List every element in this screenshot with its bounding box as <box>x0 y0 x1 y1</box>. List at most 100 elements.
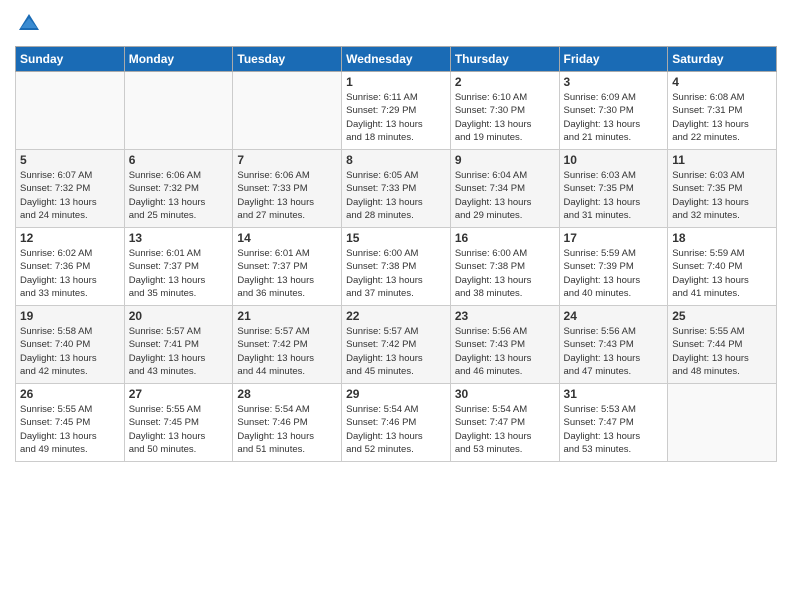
calendar-cell: 13 Sunrise: 6:01 AM Sunset: 7:37 PM Dayli… <box>124 228 233 306</box>
calendar-cell: 1 Sunrise: 6:11 AM Sunset: 7:29 PM Daylig… <box>342 72 451 150</box>
calendar-week-row: 5 Sunrise: 6:07 AM Sunset: 7:32 PM Daylig… <box>16 150 777 228</box>
day-number: 4 <box>672 75 772 89</box>
day-info: Sunrise: 5:56 AM Sunset: 7:43 PM Dayligh… <box>455 325 555 378</box>
day-of-week-header: Tuesday <box>233 47 342 72</box>
calendar-cell: 21 Sunrise: 5:57 AM Sunset: 7:42 PM Dayli… <box>233 306 342 384</box>
day-info: Sunrise: 6:01 AM Sunset: 7:37 PM Dayligh… <box>129 247 229 300</box>
day-number: 13 <box>129 231 229 245</box>
calendar-cell: 3 Sunrise: 6:09 AM Sunset: 7:30 PM Daylig… <box>559 72 668 150</box>
day-number: 10 <box>564 153 664 167</box>
day-info: Sunrise: 5:59 AM Sunset: 7:39 PM Dayligh… <box>564 247 664 300</box>
calendar-cell: 17 Sunrise: 5:59 AM Sunset: 7:39 PM Dayli… <box>559 228 668 306</box>
day-number: 7 <box>237 153 337 167</box>
day-number: 22 <box>346 309 446 323</box>
day-number: 17 <box>564 231 664 245</box>
calendar-cell: 11 Sunrise: 6:03 AM Sunset: 7:35 PM Dayli… <box>668 150 777 228</box>
day-number: 18 <box>672 231 772 245</box>
day-number: 9 <box>455 153 555 167</box>
day-number: 15 <box>346 231 446 245</box>
calendar-cell: 30 Sunrise: 5:54 AM Sunset: 7:47 PM Dayli… <box>450 384 559 462</box>
calendar-cell: 28 Sunrise: 5:54 AM Sunset: 7:46 PM Dayli… <box>233 384 342 462</box>
day-number: 3 <box>564 75 664 89</box>
day-info: Sunrise: 6:00 AM Sunset: 7:38 PM Dayligh… <box>455 247 555 300</box>
calendar-cell: 29Sunrise: 5:54 AM Sunset: 7:46 PM Dayli… <box>342 384 451 462</box>
calendar-cell <box>668 384 777 462</box>
calendar-cell: 4Sunrise: 6:08 AM Sunset: 7:31 PM Daylig… <box>668 72 777 150</box>
calendar-week-row: 26 Sunrise: 5:55 AM Sunset: 7:45 PM Dayli… <box>16 384 777 462</box>
day-info: Sunrise: 6:07 AM Sunset: 7:32 PM Dayligh… <box>20 169 120 222</box>
day-number: 2 <box>455 75 555 89</box>
day-number: 20 <box>129 309 229 323</box>
day-number: 5 <box>20 153 120 167</box>
day-info: Sunrise: 6:05 AM Sunset: 7:33 PM Dayligh… <box>346 169 446 222</box>
day-number: 28 <box>237 387 337 401</box>
calendar-cell: 8 Sunrise: 6:05 AM Sunset: 7:33 PM Daylig… <box>342 150 451 228</box>
logo <box>15 10 47 38</box>
day-number: 30 <box>455 387 555 401</box>
calendar-cell: 6 Sunrise: 6:06 AM Sunset: 7:32 PM Daylig… <box>124 150 233 228</box>
calendar-cell <box>124 72 233 150</box>
calendar-cell: 14 Sunrise: 6:01 AM Sunset: 7:37 PM Dayli… <box>233 228 342 306</box>
calendar-header-row: SundayMondayTuesdayWednesdayThursdayFrid… <box>16 47 777 72</box>
day-info: Sunrise: 6:11 AM Sunset: 7:29 PM Dayligh… <box>346 91 446 144</box>
day-number: 6 <box>129 153 229 167</box>
day-number: 1 <box>346 75 446 89</box>
day-number: 31 <box>564 387 664 401</box>
calendar-cell: 15 Sunrise: 6:00 AM Sunset: 7:38 PM Dayli… <box>342 228 451 306</box>
day-number: 25 <box>672 309 772 323</box>
calendar-cell: 12 Sunrise: 6:02 AM Sunset: 7:36 PM Dayli… <box>16 228 125 306</box>
calendar-cell: 23 Sunrise: 5:56 AM Sunset: 7:43 PM Dayli… <box>450 306 559 384</box>
day-info: Sunrise: 5:57 AM Sunset: 7:42 PM Dayligh… <box>237 325 337 378</box>
day-number: 11 <box>672 153 772 167</box>
calendar-cell: 20 Sunrise: 5:57 AM Sunset: 7:41 PM Dayli… <box>124 306 233 384</box>
calendar-cell <box>16 72 125 150</box>
calendar-cell: 27 Sunrise: 5:55 AM Sunset: 7:45 PM Dayli… <box>124 384 233 462</box>
day-info: Sunrise: 6:06 AM Sunset: 7:32 PM Dayligh… <box>129 169 229 222</box>
day-number: 21 <box>237 309 337 323</box>
day-number: 12 <box>20 231 120 245</box>
calendar-cell: 9Sunrise: 6:04 AM Sunset: 7:34 PM Daylig… <box>450 150 559 228</box>
day-number: 8 <box>346 153 446 167</box>
calendar-cell <box>233 72 342 150</box>
calendar-cell: 19 Sunrise: 5:58 AM Sunset: 7:40 PM Dayli… <box>16 306 125 384</box>
page: SundayMondayTuesdayWednesdayThursdayFrid… <box>0 0 792 612</box>
day-info: Sunrise: 6:06 AM Sunset: 7:33 PM Dayligh… <box>237 169 337 222</box>
day-info: Sunrise: 5:54 AM Sunset: 7:47 PM Dayligh… <box>455 403 555 456</box>
calendar-cell: 26Sunrise: 5:55 AM Sunset: 7:45 PM Dayli… <box>16 384 125 462</box>
calendar-cell: 5 Sunrise: 6:07 AM Sunset: 7:32 PM Daylig… <box>16 150 125 228</box>
day-of-week-header: Friday <box>559 47 668 72</box>
day-number: 23 <box>455 309 555 323</box>
day-info: Sunrise: 5:56 AM Sunset: 7:43 PM Dayligh… <box>564 325 664 378</box>
day-of-week-header: Wednesday <box>342 47 451 72</box>
day-info: Sunrise: 5:54 AM Sunset: 7:46 PM Dayligh… <box>237 403 337 456</box>
day-info: Sunrise: 5:55 AM Sunset: 7:45 PM Dayligh… <box>129 403 229 456</box>
calendar-week-row: 12 Sunrise: 6:02 AM Sunset: 7:36 PM Dayli… <box>16 228 777 306</box>
day-info: Sunrise: 6:02 AM Sunset: 7:36 PM Dayligh… <box>20 247 120 300</box>
calendar-cell: 7 Sunrise: 6:06 AM Sunset: 7:33 PM Daylig… <box>233 150 342 228</box>
header <box>15 10 777 38</box>
day-number: 14 <box>237 231 337 245</box>
day-info: Sunrise: 6:10 AM Sunset: 7:30 PM Dayligh… <box>455 91 555 144</box>
day-of-week-header: Saturday <box>668 47 777 72</box>
calendar-cell: 25Sunrise: 5:55 AM Sunset: 7:44 PM Dayli… <box>668 306 777 384</box>
day-info: Sunrise: 5:59 AM Sunset: 7:40 PM Dayligh… <box>672 247 772 300</box>
calendar-week-row: 19 Sunrise: 5:58 AM Sunset: 7:40 PM Dayli… <box>16 306 777 384</box>
day-info: Sunrise: 6:01 AM Sunset: 7:37 PM Dayligh… <box>237 247 337 300</box>
day-info: Sunrise: 5:58 AM Sunset: 7:40 PM Dayligh… <box>20 325 120 378</box>
day-number: 26 <box>20 387 120 401</box>
day-info: Sunrise: 6:09 AM Sunset: 7:30 PM Dayligh… <box>564 91 664 144</box>
logo-icon <box>15 10 43 38</box>
calendar-cell: 18 Sunrise: 5:59 AM Sunset: 7:40 PM Dayli… <box>668 228 777 306</box>
day-info: Sunrise: 5:57 AM Sunset: 7:41 PM Dayligh… <box>129 325 229 378</box>
calendar-table: SundayMondayTuesdayWednesdayThursdayFrid… <box>15 46 777 462</box>
day-number: 16 <box>455 231 555 245</box>
day-number: 29 <box>346 387 446 401</box>
day-info: Sunrise: 5:57 AM Sunset: 7:42 PM Dayligh… <box>346 325 446 378</box>
calendar-cell: 24Sunrise: 5:56 AM Sunset: 7:43 PM Dayli… <box>559 306 668 384</box>
calendar-cell: 2 Sunrise: 6:10 AM Sunset: 7:30 PM Daylig… <box>450 72 559 150</box>
day-info: Sunrise: 6:00 AM Sunset: 7:38 PM Dayligh… <box>346 247 446 300</box>
calendar-cell: 10Sunrise: 6:03 AM Sunset: 7:35 PM Dayli… <box>559 150 668 228</box>
day-info: Sunrise: 6:03 AM Sunset: 7:35 PM Dayligh… <box>672 169 772 222</box>
day-number: 27 <box>129 387 229 401</box>
day-number: 19 <box>20 309 120 323</box>
